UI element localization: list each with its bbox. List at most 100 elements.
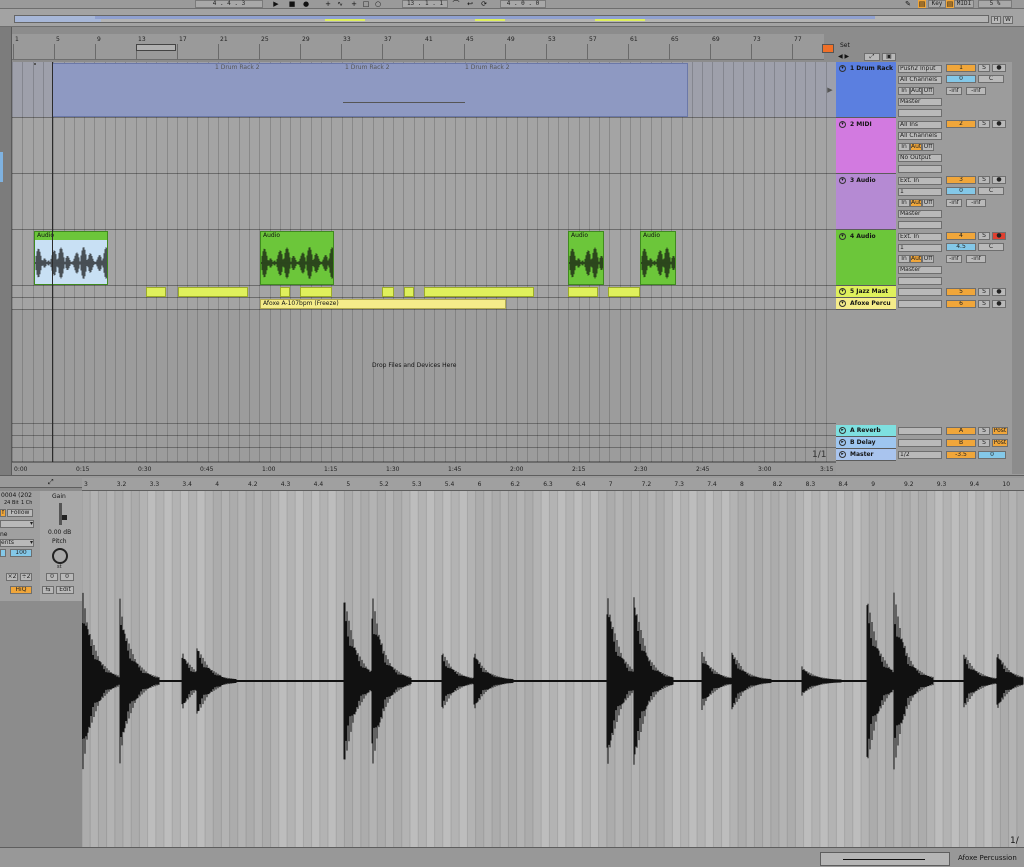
solo-button[interactable]: S [978,64,990,72]
bar-ruler[interactable]: 1 5 9 13 17 21 25 29 33 37 41 45 49 53 57 61 65 69 73 77 [12,34,824,60]
edit-button[interactable]: Edit [56,586,74,594]
jazz-clip[interactable] [568,287,598,297]
pencil-icon[interactable]: ✎ [904,0,912,8]
fold-icon[interactable]: ▾ [839,121,846,128]
loop-length-display[interactable]: 4 . 0 . 0 [500,0,546,8]
peak-value[interactable]: -inf [966,255,986,263]
follow-toggle-icon[interactable]: f [0,509,6,517]
arm-icon[interactable]: ● [992,176,1006,184]
h-button[interactable]: H [991,16,1001,24]
return-header-0[interactable]: ▸ A Reverb [836,425,896,437]
resize-icon[interactable]: ⤢ [864,53,880,61]
solo-button[interactable]: S [978,176,990,184]
fold-icon[interactable]: ▾ [839,177,846,184]
automation-icon[interactable]: ∿ [336,0,344,8]
expand-detail-icon[interactable]: ⤢ [48,478,58,486]
solo-button[interactable]: S [978,427,990,435]
warp-mode-select[interactable]: ents ▾ [0,539,34,547]
fold-icon[interactable]: ▾ [839,233,846,240]
output-select[interactable]: Master [898,98,942,106]
loop-toggle-icon[interactable]: ⟳ [480,0,488,8]
monitor-in-button[interactable]: In [898,143,910,151]
lock-icon[interactable]: ▣ [882,53,896,61]
audio-clip[interactable]: Audio [640,231,676,285]
track-header-5[interactable]: ▾ 5 Jazz Mast [836,286,896,298]
tempo-display[interactable]: 4 . 4 . 3 [195,0,263,8]
detune-field[interactable]: 0 [60,573,74,581]
track-activator[interactable]: 4 [946,232,976,240]
return-icon[interactable]: ↩ [466,0,474,8]
jazz-clip[interactable] [424,287,534,297]
jazz-clip[interactable] [178,287,248,297]
warp-value[interactable]: 100 [10,549,32,557]
jazz-clip[interactable] [146,287,166,297]
punch-icon[interactable]: + [350,0,358,8]
sub-track-slot[interactable] [898,288,942,296]
audio-clip[interactable]: Audio [34,231,108,285]
volume-value[interactable]: -inf [946,199,962,207]
pan-center[interactable]: C [978,187,1004,195]
overview-strip[interactable] [14,15,989,23]
pan-value[interactable]: 0 [946,75,976,83]
nav-left-icon[interactable]: ◀ [838,53,843,60]
pan-value[interactable]: 4.5 [946,243,976,251]
solo-button[interactable]: S [978,120,990,128]
peak-value[interactable]: -inf [966,87,986,95]
pan-value[interactable]: 0 [946,187,976,195]
add-icon[interactable]: + [324,0,332,8]
track-activator[interactable]: 6 [946,300,976,308]
monitor-in-button[interactable]: In [898,255,910,263]
return-activator[interactable]: B [946,439,976,447]
gain-slider-thumb[interactable] [62,515,67,520]
w-button[interactable]: W [1003,16,1013,24]
return-input[interactable]: 1/2 [898,451,942,459]
master-pan[interactable]: 0 [978,451,1006,459]
return-input[interactable] [898,439,942,447]
follow-button[interactable]: Follow [7,509,33,517]
arm-icon[interactable]: ● [992,120,1006,128]
jazz-clip[interactable] [608,287,640,297]
arrangement-overview[interactable]: H W [0,9,1024,27]
halve-button[interactable]: ÷2 [20,573,32,581]
monitor-auto-button[interactable]: Auto [910,87,922,95]
solo-button[interactable]: S [978,300,990,308]
midi-icon[interactable]: ▤ [946,0,954,8]
output-channel-select[interactable] [898,277,942,285]
input-channel-select[interactable]: All Channels [898,132,942,140]
fold-icon[interactable]: ▾ [839,288,846,295]
output-select[interactable]: No Output [898,154,942,162]
select-dropdown[interactable]: ▾ [0,520,34,528]
track-header-1[interactable]: ▾ 1 Drum Rack [836,62,896,118]
loop-brace[interactable] [136,44,176,51]
post-button[interactable]: Post [992,439,1008,447]
pan-center[interactable]: C [978,75,1004,83]
monitor-off-button[interactable]: Off [922,255,934,263]
fold-icon[interactable]: ▸ [839,451,846,458]
input-type-select[interactable]: Ext. In [898,233,942,241]
audio-clip[interactable]: Audio [568,231,604,285]
waveform[interactable] [82,491,1024,847]
expand-icon[interactable]: ▶ [824,79,836,101]
output-channel-select[interactable] [898,221,942,229]
track-activator[interactable]: 1 [946,64,976,72]
return-header-1[interactable]: ▸ B Delay [836,437,896,449]
monitor-off-button[interactable]: Off [922,199,934,207]
loop-icon[interactable]: □ [362,0,370,8]
monitor-auto-button[interactable]: Auto [910,255,922,263]
sample-editor[interactable] [82,491,1024,847]
return-header-2[interactable]: ▸ Master [836,449,896,461]
midi-map-button[interactable]: MIDI [954,0,974,8]
warp-toggle[interactable] [0,549,6,557]
gain-slider[interactable] [59,503,62,525]
reverse-icon[interactable]: ⇆ [42,586,54,594]
monitor-off-button[interactable]: Off [922,87,934,95]
freeze-clip[interactable]: Afoxe A-107bpm (Freeze) [260,299,506,309]
output-channel-select[interactable] [898,109,942,117]
position-display[interactable]: 13 . 1 . 1 [402,0,448,8]
fold-icon[interactable]: ▾ [839,300,846,307]
output-channel-select[interactable] [898,165,942,173]
sample-ruler[interactable]: 3 3.2 3.3 3.4 4 4.2 4.3 4.4 5 5.2 5.3 5.4 6 6.2 6.3 6.4… [82,478,1024,491]
jazz-clip[interactable] [280,287,290,297]
post-button[interactable]: Post [992,427,1008,435]
arrangement-lanes[interactable]: Drop Files and Devices Here 1 Drum Rack … [12,62,836,462]
